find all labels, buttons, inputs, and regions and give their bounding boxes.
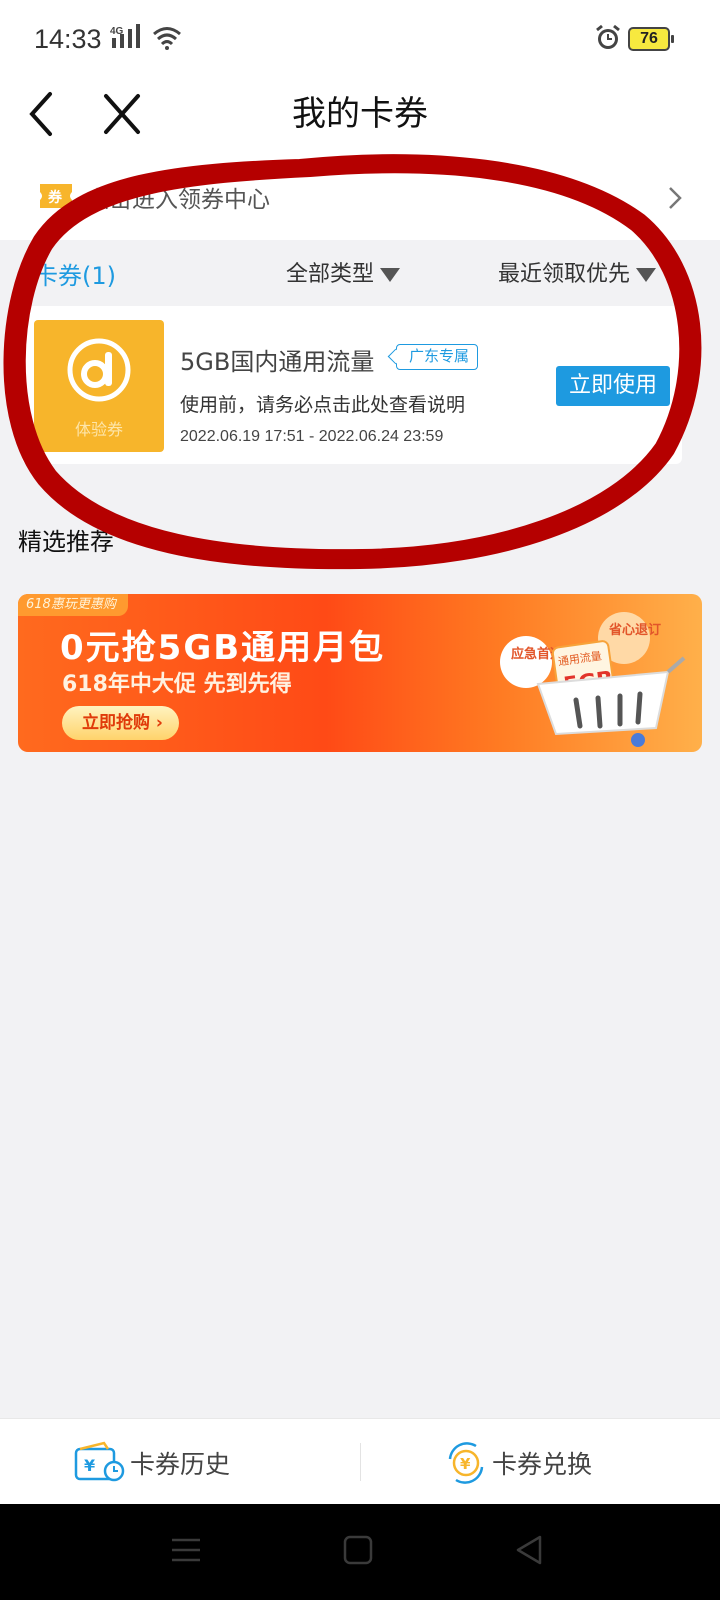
coupon-center-link[interactable]: 券 点击进入领券中心 [0,156,720,240]
chevron-right-icon [669,187,682,209]
coupon-logo: 体验券 [34,320,164,452]
triangle-down-icon [636,268,657,282]
svg-text:券: 券 [48,189,63,206]
promo-headline: 0元抢5GB通用月包 [60,628,386,668]
triangle-down-icon [380,268,401,282]
coupon-name: 5GB国内通用流量 [180,348,375,376]
sort-filter-label: 最近领取优先 [498,262,631,287]
filter-bar: 卡券(1) 全部类型 最近领取优先 [0,240,720,304]
coupon-center-label: 点击进入领券中心 [86,187,270,213]
use-now-button[interactable]: 立即使用 [556,366,670,406]
coupon-validity: 2022.06.19 17:51 - 2022.06.24 23:59 [180,428,444,445]
promo-banner[interactable]: 618惠玩更惠购 0元抢5GB通用月包 618年中大促 先到先得 立即抢购 › … [18,594,702,752]
system-navigation-bar [0,1504,720,1600]
section-title: 精选推荐 [18,528,114,556]
svg-text:¥: ¥ [84,1456,95,1475]
sort-filter-dropdown[interactable]: 最近领取优先 [498,256,657,288]
promo-badge: 618惠玩更惠购 [18,594,128,616]
type-filter-dropdown[interactable]: 全部类型 [286,256,401,288]
svg-text:省心退订: 省心退订 [608,622,661,638]
cellular-signal-icon: 4G [110,24,140,48]
promo-subline: 618年中大促 先到先得 [62,672,292,697]
type-filter-label: 全部类型 [286,262,375,287]
promo-cta-button[interactable]: 立即抢购 › [62,706,179,740]
svg-text:¥: ¥ [460,1455,471,1473]
menu-icon[interactable] [170,1534,202,1566]
coupon-description[interactable]: 使用前，请务必点击此处查看说明 [180,390,465,417]
promo-cta-label: 立即抢购 [82,713,150,733]
home-icon[interactable] [342,1534,374,1566]
wifi-icon [153,27,181,50]
coupon-history-label: 卡券历史 [130,1450,231,1479]
exchange-coin-icon: ¥ [448,1442,484,1484]
coupon-card[interactable]: 体验券 5GB国内通用流量 广东专属 使用前，请务必点击此处查看说明 2022.… [22,306,682,464]
shopping-cart-illustration: 应急首选 省心退订 通用流量 5GB [500,612,686,747]
status-time: 14:33 [34,24,102,54]
coupon-count-tab[interactable]: 卡券(1) [34,256,116,291]
coupon-logo-label: 体验券 [74,420,123,439]
nav-bar: 我的卡券 [0,80,720,156]
battery-indicator: 76 [628,27,674,51]
region-tag: 广东专属 [396,344,479,370]
page-title: 我的卡券 [292,94,428,134]
bottom-action-bar: ¥ 卡券历史 ¥ 卡券兑换 [0,1418,720,1504]
brand-logo-icon [67,338,131,402]
divider [360,1443,361,1481]
status-bar: 14:33 4G 76 [0,0,720,80]
coupon-ticket-icon: 券 [40,184,72,208]
alarm-icon [596,24,620,49]
coupon-exchange-label: 卡券兑换 [492,1450,593,1479]
back-triangle-icon[interactable] [514,1534,546,1566]
wallet-clock-icon: ¥ [74,1441,125,1482]
